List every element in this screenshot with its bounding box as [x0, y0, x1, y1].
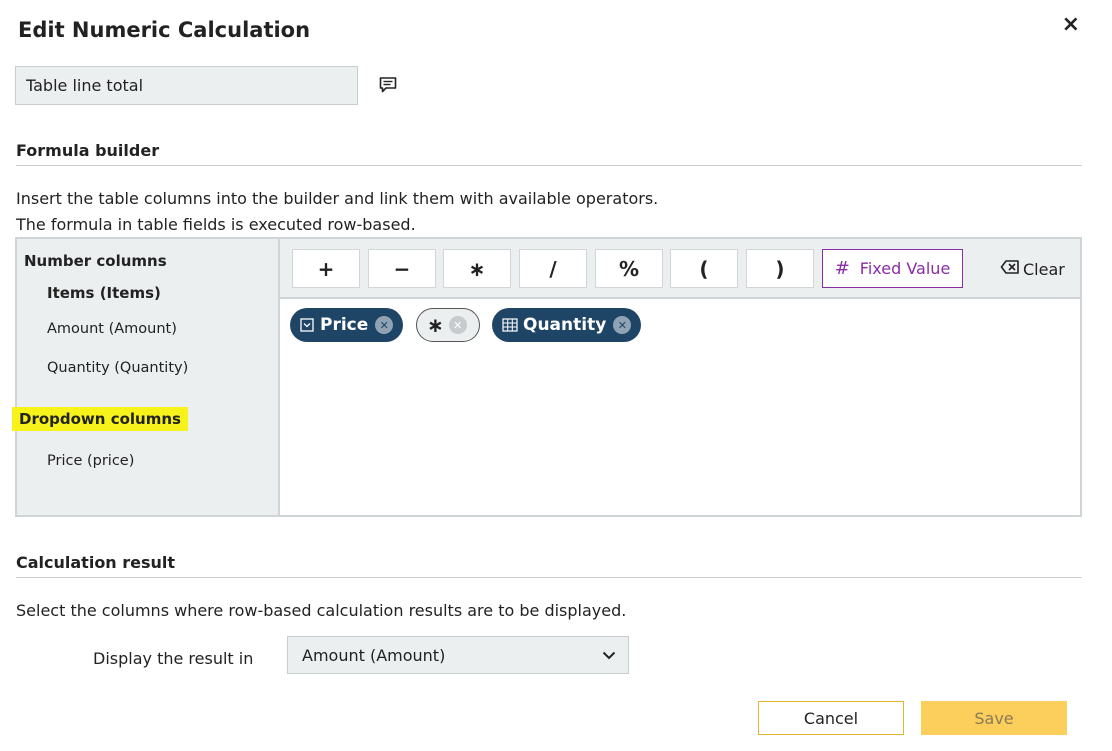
formula-description-line2: The formula in table fields is executed … — [16, 215, 416, 234]
remove-token-icon[interactable]: ✕ — [448, 316, 467, 334]
table-name-label: Items (Items) — [47, 284, 161, 302]
chevron-down-icon — [602, 651, 616, 660]
column-item-amount[interactable]: Amount (Amount) — [47, 321, 177, 337]
formula-builder-heading: Formula builder — [16, 141, 160, 160]
open-paren-button[interactable]: ( — [670, 249, 738, 288]
dropdown-column-icon — [300, 318, 314, 332]
formula-token-price[interactable]: Price ✕ — [290, 308, 404, 342]
percent-operator-button[interactable]: % — [595, 249, 663, 288]
display-result-select[interactable]: Amount (Amount) — [287, 636, 629, 674]
select-value: Amount (Amount) — [302, 645, 446, 665]
column-item-price[interactable]: Price (price) — [47, 453, 134, 469]
comment-icon[interactable] — [378, 75, 398, 95]
save-button[interactable]: Save — [921, 701, 1067, 735]
fixed-value-button[interactable]: # Fixed Value — [822, 249, 963, 288]
formula-token-quantity[interactable]: Quantity ✕ — [492, 308, 642, 342]
operator-toolbar: + − ∗ / % ( ) # Fixed Value Clear — [280, 239, 1080, 299]
hash-icon: # — [834, 258, 850, 279]
dialog-title: Edit Numeric Calculation — [18, 18, 311, 42]
dropdown-columns-heading: Dropdown columns — [12, 407, 188, 431]
cancel-button[interactable]: Cancel — [758, 701, 904, 735]
minus-operator-button[interactable]: − — [368, 249, 436, 288]
divider — [16, 165, 1082, 166]
calculation-result-heading: Calculation result — [16, 553, 176, 572]
clear-button[interactable]: Clear — [1000, 259, 1065, 279]
divider — [16, 577, 1082, 578]
token-label: ∗ — [427, 313, 444, 337]
plus-operator-button[interactable]: + — [292, 249, 360, 288]
formula-description-line1: Insert the table columns into the builde… — [16, 189, 659, 208]
clear-label: Clear — [1023, 259, 1065, 279]
formula-token-operator[interactable]: ∗ ✕ — [416, 308, 480, 342]
calculation-name-input[interactable] — [15, 66, 358, 105]
fixed-value-label: Fixed Value — [859, 259, 951, 278]
multiply-operator-button[interactable]: ∗ — [443, 249, 511, 288]
token-label: Quantity — [523, 315, 607, 335]
display-result-label: Display the result in — [93, 649, 254, 668]
divide-operator-button[interactable]: / — [519, 249, 587, 288]
token-label: Price — [320, 315, 369, 335]
calculation-result-description: Select the columns where row-based calcu… — [16, 601, 627, 620]
number-column-icon — [502, 318, 518, 332]
close-paren-button[interactable]: ) — [746, 249, 814, 288]
number-columns-heading: Number columns — [24, 252, 167, 270]
remove-token-icon[interactable]: ✕ — [613, 316, 632, 334]
backspace-icon — [1000, 259, 1020, 279]
column-item-quantity[interactable]: Quantity (Quantity) — [47, 360, 188, 376]
close-icon[interactable]: × — [1062, 14, 1080, 36]
formula-builder: Number columns Items (Items) Amount (Amo… — [12, 237, 1082, 517]
remove-token-icon[interactable]: ✕ — [375, 316, 394, 334]
columns-panel: Number columns Items (Items) Amount (Amo… — [12, 239, 280, 515]
